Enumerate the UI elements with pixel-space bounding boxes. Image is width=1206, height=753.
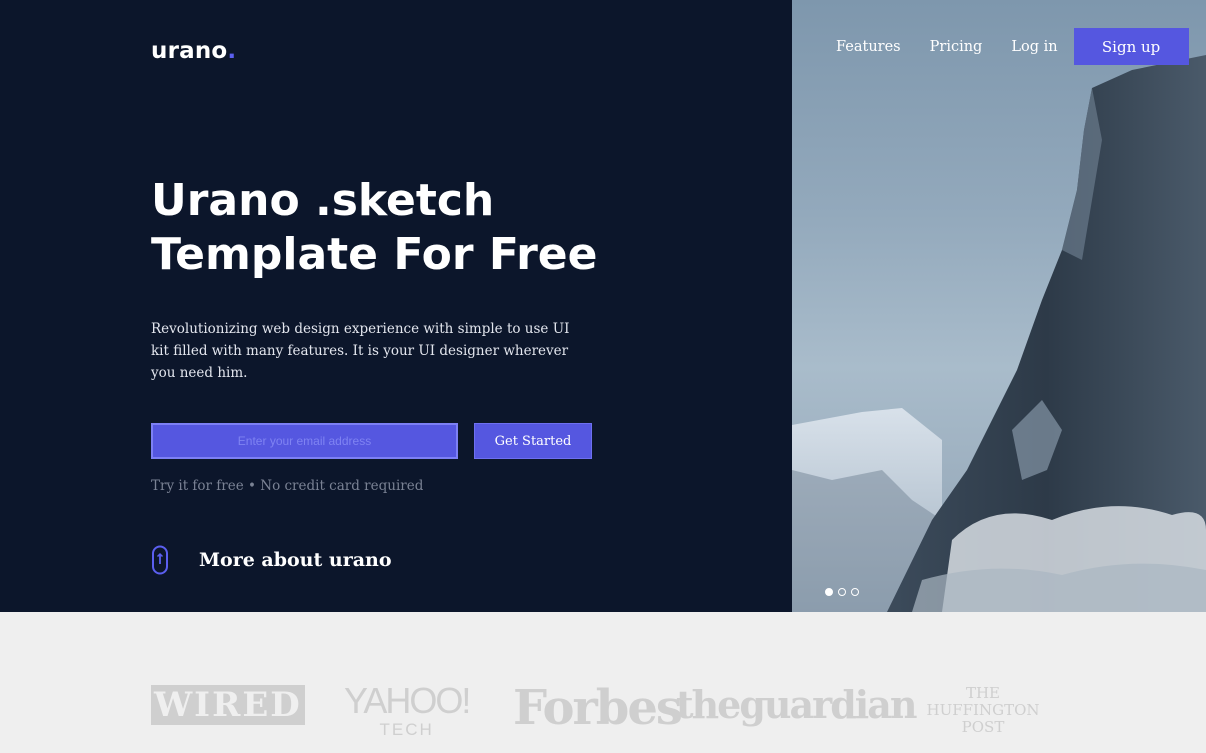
hero-section: urano. Urano .sketch Template For Free R…: [0, 0, 1206, 612]
yahoo-logo-text: YAHOO!: [344, 680, 471, 721]
top-nav: Features Pricing Log in Sign up: [836, 28, 1189, 65]
forbes-logo: Forbes: [513, 680, 683, 736]
carousel-dot-1[interactable]: [825, 588, 833, 596]
brand-name: urano: [151, 38, 228, 64]
guardian-logo: theguardian: [676, 682, 917, 727]
huffpo-line3: POST: [961, 718, 1005, 736]
hero-image: [792, 0, 1206, 612]
huffpo-line1: THE: [965, 684, 1001, 702]
hero-title-line1: Urano .sketch: [151, 175, 495, 226]
free-trial-hint: Try it for free • No credit card require…: [151, 478, 424, 494]
huffpo-line2: HUFFINGTON: [926, 701, 1040, 719]
email-input[interactable]: [151, 423, 458, 459]
signup-button[interactable]: Sign up: [1073, 28, 1189, 65]
carousel-dot-2[interactable]: [838, 588, 846, 596]
hero-panel: urano. Urano .sketch Template For Free R…: [0, 0, 792, 612]
nav-pricing[interactable]: Pricing: [930, 39, 983, 55]
yahoo-tech-logo: YAHOO! TECH: [344, 680, 471, 740]
wired-logo: WIRED: [151, 685, 308, 725]
brand-dot: .: [227, 38, 237, 64]
hero-title-line2: Template For Free: [151, 229, 598, 280]
hero-title: Urano .sketch Template For Free: [151, 174, 711, 282]
carousel-dot-3[interactable]: [851, 588, 859, 596]
more-about-label: More about urano: [199, 549, 392, 571]
carousel-dots: [825, 588, 864, 596]
mouse-scroll-icon: [152, 545, 168, 575]
hero-description: Revolutionizing web design experience wi…: [151, 321, 570, 381]
mountain-illustration: [792, 55, 1206, 612]
brand-logo[interactable]: urano.: [151, 38, 236, 64]
huffington-post-logo: THE HUFFINGTON POST: [912, 685, 1054, 736]
more-about-link[interactable]: More about urano: [151, 545, 392, 575]
yahoo-tech-text: TECH: [379, 720, 434, 739]
nav-features[interactable]: Features: [836, 39, 901, 55]
nav-login[interactable]: Log in: [1011, 39, 1057, 55]
get-started-button[interactable]: Get Started: [474, 423, 592, 459]
